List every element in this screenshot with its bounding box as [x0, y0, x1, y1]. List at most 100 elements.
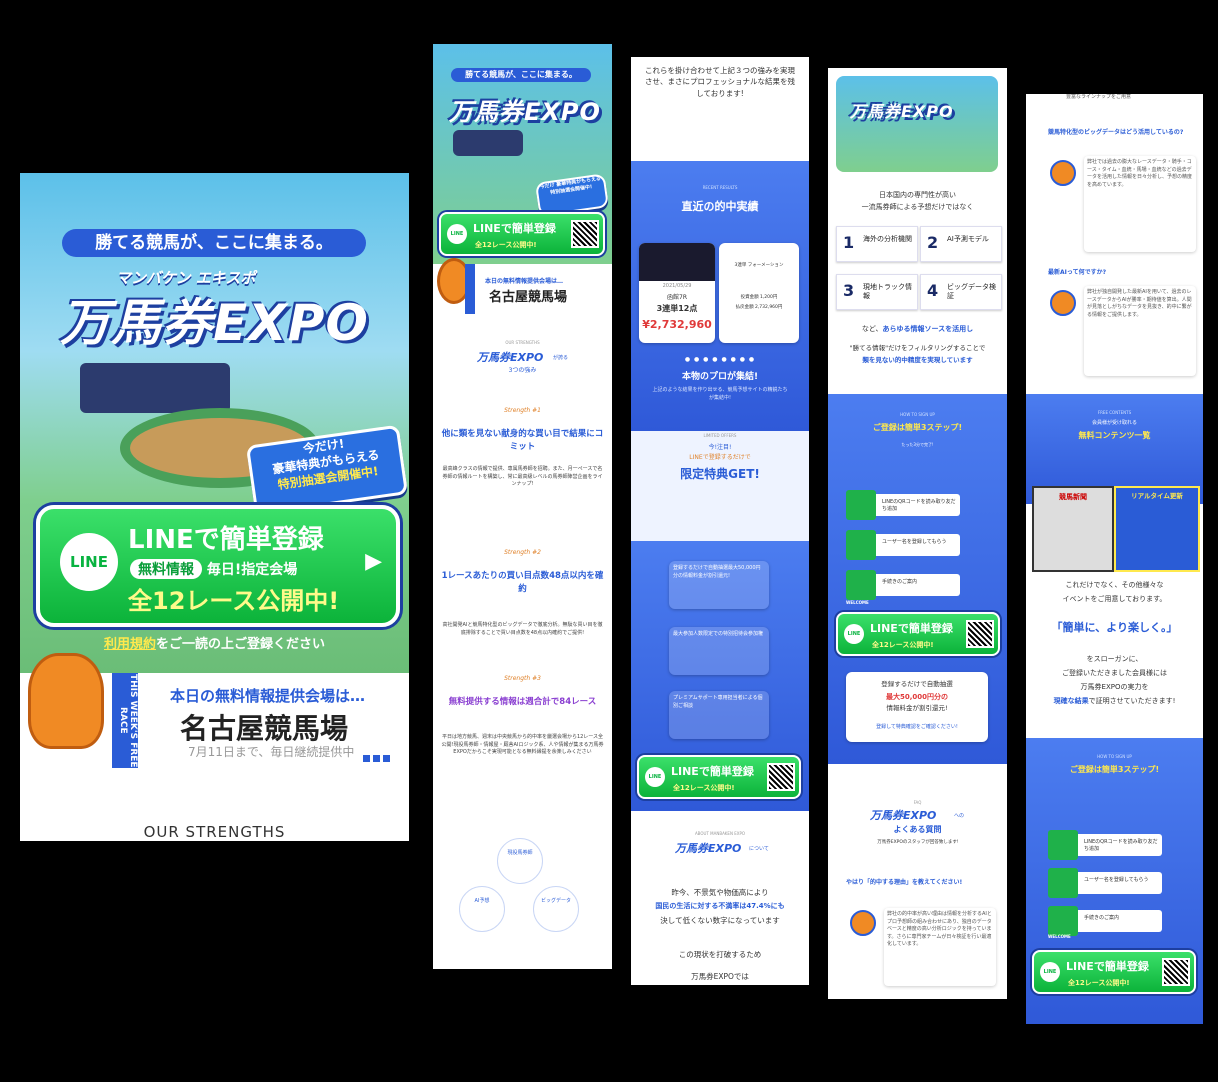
newspaper-thumbnail[interactable]: 競馬新聞 [1032, 486, 1114, 572]
venue-heading: 本日の無料情報提供会場は… [170, 687, 366, 705]
line-button-title: LINEで簡単登録 [473, 222, 556, 235]
result-detail-card: 3連単 フォーメーション 投資金額 1,200円 払戻金額 2,732,960円 [719, 243, 799, 343]
carousel-dots[interactable] [360, 747, 390, 766]
faq-question-3[interactable]: 最新AIって何ですか? [1048, 268, 1188, 277]
line-button-bottom: 全12レース公開中! [475, 241, 537, 249]
pros-body: 上記のような結果を作り出せる、競馬予想サイトの精鋭たちが集結中! [652, 387, 788, 401]
tagline-pill: 勝てる競馬が、ここに集まる。 [62, 229, 366, 257]
step-1: LINEのQRコードを読み取り友だち追加 [846, 490, 960, 520]
result-race: 函館7R [667, 294, 687, 301]
strength1-label: Strength #1 [504, 407, 541, 414]
strength2-body: 高社開発AIと競馬特化型のビッグデータで徹底分析。無駄な買い目を徹底排除すること… [442, 622, 603, 636]
stadium-illustration [80, 363, 230, 413]
hero-visual: 勝てる競馬が、ここに集まる。 万馬券EXPO 今だけ 豪華特典がもらえる 特別抽… [433, 44, 612, 264]
venue-note: 7月11日まで、毎日継続提供中 [188, 745, 355, 759]
about-body-1: 昨今、不景気や物価高により [671, 888, 769, 897]
strength3-title: 無料提供する情報は週合計で84レース [448, 697, 597, 707]
top-text: 豊富なラインナップをご用意 [1066, 94, 1132, 100]
about-suffix: について [749, 846, 769, 852]
sources-intro-1: 日本国内の専門性が高い [879, 191, 956, 199]
offers-sub: LINEで登録するだけで [689, 454, 751, 461]
faq-answer-1: 弊社の的中率が高い理由は情報を分析するAIとプロ予想師の組み合わせにあり、独自の… [884, 908, 996, 986]
offers-header: LIMITED OFFERS 今!注目! LINEで登録するだけで 限定特典GE… [631, 431, 809, 541]
faq-answer-2: 弊社では過去の膨大なレースデータ・騎手・コース・タイム・血統・馬場・血統などの過… [1084, 156, 1196, 252]
faq-question-2[interactable]: 競馬特化型のビッグデータはどう活用しているの? [1048, 128, 1188, 137]
terms-note: 利用規約をご一読の上ご登録ください [103, 637, 326, 652]
phone-screen-hero: 勝てる競馬が、ここに集まる。 マンバケン エキスポ 万馬券EXPO 今だけ! 豪… [20, 173, 409, 841]
line-button-title: LINEで簡単登録 [1066, 960, 1149, 973]
line-register-button[interactable]: LINE LINEで簡単登録 全12レース公開中! [836, 612, 1000, 656]
stadium-illustration [453, 130, 523, 156]
slogan-3: 万馬券EXPOの実力を [1080, 683, 1149, 691]
line-button-bottom: 全12レース公開中! [673, 784, 735, 792]
phone-screen-contents: 豊富なラインナップをご用意 競馬特化型のビッグデータはどう活用しているの? 弊社… [1026, 94, 1203, 1024]
howto-sub: たった3分で完了! [901, 442, 934, 447]
line-button-title: LINEで簡単登録 [128, 525, 324, 555]
result-bet: 3連単12点 [656, 304, 698, 313]
chevron-right-icon: ▶ [365, 549, 382, 574]
line-register-button[interactable]: LINE LINEで簡単登録 無料情報 毎日!指定会場 全12レース公開中! ▶ [36, 505, 400, 627]
source-card-2: 2 AI予測モデル [920, 226, 1002, 262]
offer-card-1[interactable]: 登録するだけで自動抽選最大50,000円分の情報料金が割引還元! [669, 561, 769, 609]
line-register-button[interactable]: LINE LINEで簡単登録 全12レース公開中! [1032, 950, 1196, 994]
venue-banner: 本日の無料情報提供会場は… 名古屋競馬場 [433, 258, 612, 314]
strength2-label: Strength #2 [504, 549, 541, 556]
strength1-body: 最高峰クラスの情報で提供、専属馬券師を招聘。また、月一ペースで名券師の情報ルート… [442, 466, 603, 487]
more-events-2: イベントをご用意しております。 [1062, 595, 1167, 603]
user-step-icon [846, 530, 876, 560]
step-2: ユーザー名を登録してもらう [846, 530, 960, 560]
check-step-icon [1048, 906, 1078, 936]
venue-banner: THIS WEEK'S FREE RACE 本日の無料情報提供会場は… 名古屋競… [20, 653, 409, 768]
staff-avatar [1050, 160, 1076, 186]
offer-card-2[interactable]: 最大参加人数限定での特別招待会参加権 [669, 627, 769, 675]
source-card-1: 1 海外の分析機関 [836, 226, 918, 262]
offers-kicker: 今!注目! [708, 444, 732, 451]
mascot-illustration [28, 653, 104, 749]
source-card-3: 3 現地トラック情報 [836, 274, 918, 310]
faq-answer-3: 弊社が独自開発した最新AIを用いて、過去のレースデータからAIが勝率・期待値を算… [1084, 286, 1196, 376]
strength3-body: 平日は地方競馬、週末は中央競馬から的中率を厳選会場から12レース全公開!現役馬券… [441, 734, 604, 755]
terms-link[interactable]: 利用規約 [104, 637, 156, 652]
circle-ai: AI予想 [459, 886, 505, 932]
step-3: 手続きのご案内 [1048, 906, 1162, 936]
howto-section: HOW TO SIGN UP ご登録は簡単3ステップ! LINEのQRコードを読… [1026, 738, 1203, 1024]
section-label: OUR STRENGTHS [505, 340, 540, 345]
strength2-title: 1レースあたりの買い目点数48点以内を確約 [441, 571, 604, 594]
offer-card-3[interactable]: プレミアムサポート専用担当者による個別ご相談 [669, 691, 769, 739]
line-icon: LINE [447, 224, 467, 244]
check-step-icon [846, 570, 876, 600]
faq-question-1[interactable]: やはり「的中する理由」を教えてください! [846, 878, 996, 887]
faq-title: よくある質問 [893, 825, 942, 834]
results-section: RECENT RESULTS 直近の的中実績 2021/05/29 函館7R 3… [631, 161, 809, 431]
line-register-button[interactable]: LINE LINEで簡単登録 全12レース公開中! [439, 212, 605, 256]
line-button-bottom: 全12レース公開中! [872, 641, 934, 649]
free-title: 無料コンテンツ一覧 [1078, 431, 1151, 440]
offers-section: 登録するだけで自動抽選最大50,000円分の情報料金が割引還元! 最大参加人数限… [631, 541, 809, 811]
phone-screen-results: これらを掛け合わせて上記３つの強みを実現させ、まさにプロフェッショナルな結果を残… [631, 57, 809, 985]
faq-logo: 万馬券EXPO [870, 809, 937, 822]
phone-screen-strengths: 勝てる競馬が、ここに集まる。 万馬券EXPO 今だけ 豪華特典がもらえる 特別抽… [433, 44, 612, 969]
result-card[interactable]: 2021/05/29 函館7R 3連単12点 ¥2,732,960 [639, 243, 715, 343]
about-label: ABOUT MANBAKEN EXPO [694, 831, 746, 836]
strength1-title: 他に類を見ない献身的な買い目で結果にコミット [441, 429, 604, 452]
howto-title: ご登録は簡単3ステップ! [872, 423, 963, 432]
about-body-4: この現状を打破するため [678, 950, 762, 959]
slogan-2: ご登録いただきました会員様には [1062, 669, 1167, 677]
howto-label: HOW TO SIGN UP [900, 412, 935, 417]
bonus-card[interactable]: 登録するだけで自動抽選 最大50,000円分の 情報料金が割引還元! 登録して特… [846, 672, 988, 742]
strength3-label: Strength #3 [504, 675, 541, 682]
venue-name: 名古屋競馬場 [489, 290, 568, 305]
site-logo: 万馬券EXPO [60, 294, 369, 352]
free-pre: 会員様が受け取れる [1091, 420, 1137, 426]
line-register-button[interactable]: LINE LINEで簡単登録 全12レース公開中! [637, 755, 801, 799]
sources-intro-2: 一流馬券師による予想だけではなく [861, 203, 974, 211]
realtime-thumbnail[interactable]: リアルタイム更新 [1114, 486, 1200, 572]
carousel-dots[interactable]: ● ● ● ● ● ● ● ● [631, 355, 809, 364]
step-2: ユーザー名を登録してもらう [1048, 868, 1162, 898]
pros-title: 本物のプロが集結! [681, 372, 759, 382]
free-label: FREE CONTENTS [1097, 410, 1132, 415]
source-card-4: 4 ビッグデータ検証 [920, 274, 1002, 310]
about-body-3: 決して低くない数字になっています [660, 916, 780, 925]
free-race-band: THIS WEEK'S FREE RACE [112, 673, 138, 768]
faq-label: FAQ [913, 800, 922, 805]
